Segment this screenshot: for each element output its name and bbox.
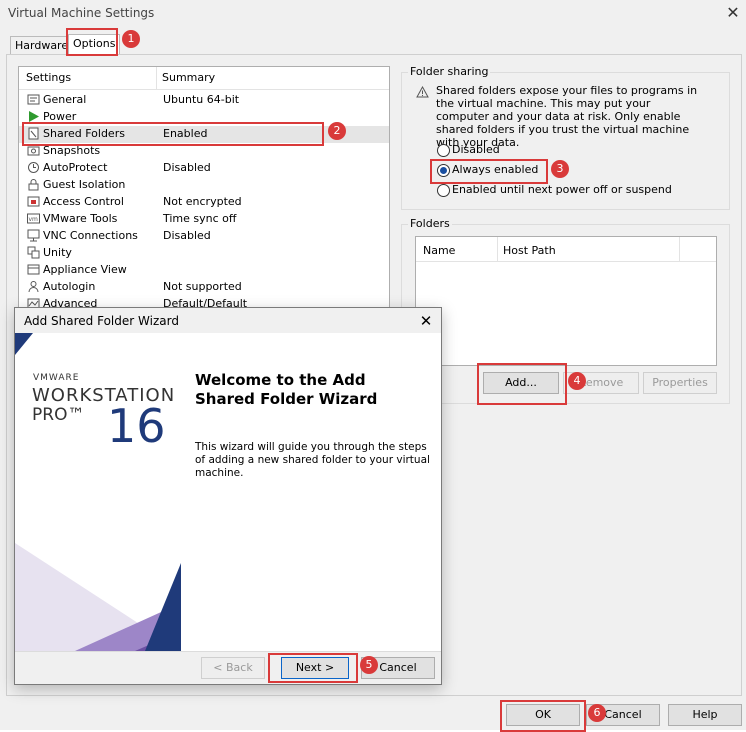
back-button[interactable]: < Back xyxy=(201,657,265,679)
folders-table[interactable]: Name Host Path xyxy=(415,236,717,366)
highlight-next-button xyxy=(268,653,358,683)
settings-row-guest-isolation[interactable]: Guest Isolation xyxy=(19,177,389,194)
wizard-title: Add Shared Folder Wizard xyxy=(24,314,179,328)
wizard-body: VMWARE WORKSTATION PRO™ 16 Welcome to th… xyxy=(15,333,441,651)
unity-icon xyxy=(27,246,40,259)
row-summary: Ubuntu 64-bit xyxy=(163,93,240,106)
settings-list-header: Settings Summary xyxy=(19,67,389,90)
name-column-header[interactable]: Name xyxy=(423,244,455,257)
row-name: Unity xyxy=(43,246,72,259)
settings-row-access-control[interactable]: Access Control Not encrypted xyxy=(19,194,389,211)
appliance-view-icon xyxy=(27,264,40,275)
row-name: Autologin xyxy=(43,280,96,293)
row-summary: Not encrypted xyxy=(163,195,242,208)
settings-column-header[interactable]: Settings xyxy=(26,71,71,84)
warning-icon xyxy=(416,86,429,98)
folder-sharing-warning: Shared folders expose your files to prog… xyxy=(436,84,698,149)
title-bar: Virtual Machine Settings ✕ xyxy=(0,0,746,28)
radio-enabled-until-power-off[interactable] xyxy=(437,184,450,197)
radio-disabled[interactable] xyxy=(437,144,450,157)
general-icon xyxy=(27,94,40,105)
row-name: Appliance View xyxy=(43,263,127,276)
close-icon[interactable]: ✕ xyxy=(722,2,744,24)
guest-isolation-icon xyxy=(28,179,39,191)
autoprotect-icon xyxy=(28,162,39,173)
settings-row-appliance-view[interactable]: Appliance View xyxy=(19,262,389,279)
row-name: Access Control xyxy=(43,195,124,208)
callout-badge: 5 xyxy=(360,656,378,674)
highlight-options-tab xyxy=(66,28,118,56)
settings-list: Settings Summary General Ubuntu 64-bit P… xyxy=(18,66,390,312)
logo-version: 16 xyxy=(107,399,166,453)
properties-button[interactable]: Properties xyxy=(643,372,717,394)
vnc-icon xyxy=(27,229,40,242)
row-summary: Disabled xyxy=(163,229,211,242)
highlight-shared-folders-row xyxy=(22,122,324,146)
add-shared-folder-wizard: Add Shared Folder Wizard ✕ VMWARE WORKST… xyxy=(14,307,442,685)
row-summary: Time sync off xyxy=(163,212,237,225)
highlight-ok-button xyxy=(500,700,586,732)
highlight-always-enabled xyxy=(430,159,548,184)
vmware-tools-icon: vm xyxy=(27,213,40,224)
callout-badge: 6 xyxy=(588,704,606,722)
settings-row-unity[interactable]: Unity xyxy=(19,245,389,262)
radio-enabled-until-power-off-label[interactable]: Enabled until next power off or suspend xyxy=(452,183,672,196)
column-separator xyxy=(679,237,680,261)
row-name: AutoProtect xyxy=(43,161,108,174)
logo-vmware: VMWARE xyxy=(33,373,80,383)
row-name: General xyxy=(43,93,87,106)
folders-table-header: Name Host Path xyxy=(416,237,716,262)
settings-row-general[interactable]: General Ubuntu 64-bit xyxy=(19,92,389,109)
column-separator xyxy=(156,67,157,89)
column-separator xyxy=(497,237,498,261)
help-button[interactable]: Help xyxy=(668,704,742,726)
window-title: Virtual Machine Settings xyxy=(8,6,155,20)
host-path-column-header[interactable]: Host Path xyxy=(503,244,556,257)
summary-column-header[interactable]: Summary xyxy=(162,71,215,84)
callout-badge: 2 xyxy=(328,122,346,140)
wizard-banner: VMWARE WORKSTATION PRO™ 16 xyxy=(15,333,181,651)
logo-pro: PRO™ xyxy=(32,405,85,425)
settings-row-vnc-connections[interactable]: VNC Connections Disabled xyxy=(19,228,389,245)
row-summary: Disabled xyxy=(163,161,211,174)
settings-row-autoprotect[interactable]: AutoProtect Disabled xyxy=(19,160,389,177)
settings-row-vmware-tools[interactable]: vm VMware Tools Time sync off xyxy=(19,211,389,228)
highlight-add-button xyxy=(477,363,567,405)
autologin-icon xyxy=(28,281,39,293)
row-summary: Not supported xyxy=(163,280,242,293)
folders-label: Folders xyxy=(408,217,452,230)
radio-disabled-label[interactable]: Disabled xyxy=(452,143,500,156)
folder-sharing-label: Folder sharing xyxy=(408,65,491,78)
tab-hardware[interactable]: Hardware xyxy=(10,36,74,55)
row-name: VMware Tools xyxy=(43,212,118,225)
wizard-divider xyxy=(15,651,441,652)
callout-badge: 1 xyxy=(122,30,140,48)
callout-badge: 3 xyxy=(551,160,569,178)
wizard-close-icon[interactable]: ✕ xyxy=(415,310,437,332)
wizard-heading: Welcome to the Add Shared Folder Wizard xyxy=(195,371,378,408)
wizard-description: This wizard will guide you through the s… xyxy=(195,441,430,479)
settings-row-autologin[interactable]: Autologin Not supported xyxy=(19,279,389,296)
callout-badge: 4 xyxy=(568,372,586,390)
row-name: VNC Connections xyxy=(43,229,138,242)
access-control-icon xyxy=(27,196,40,207)
row-name: Guest Isolation xyxy=(43,178,126,191)
svg-text:vm: vm xyxy=(29,216,39,223)
